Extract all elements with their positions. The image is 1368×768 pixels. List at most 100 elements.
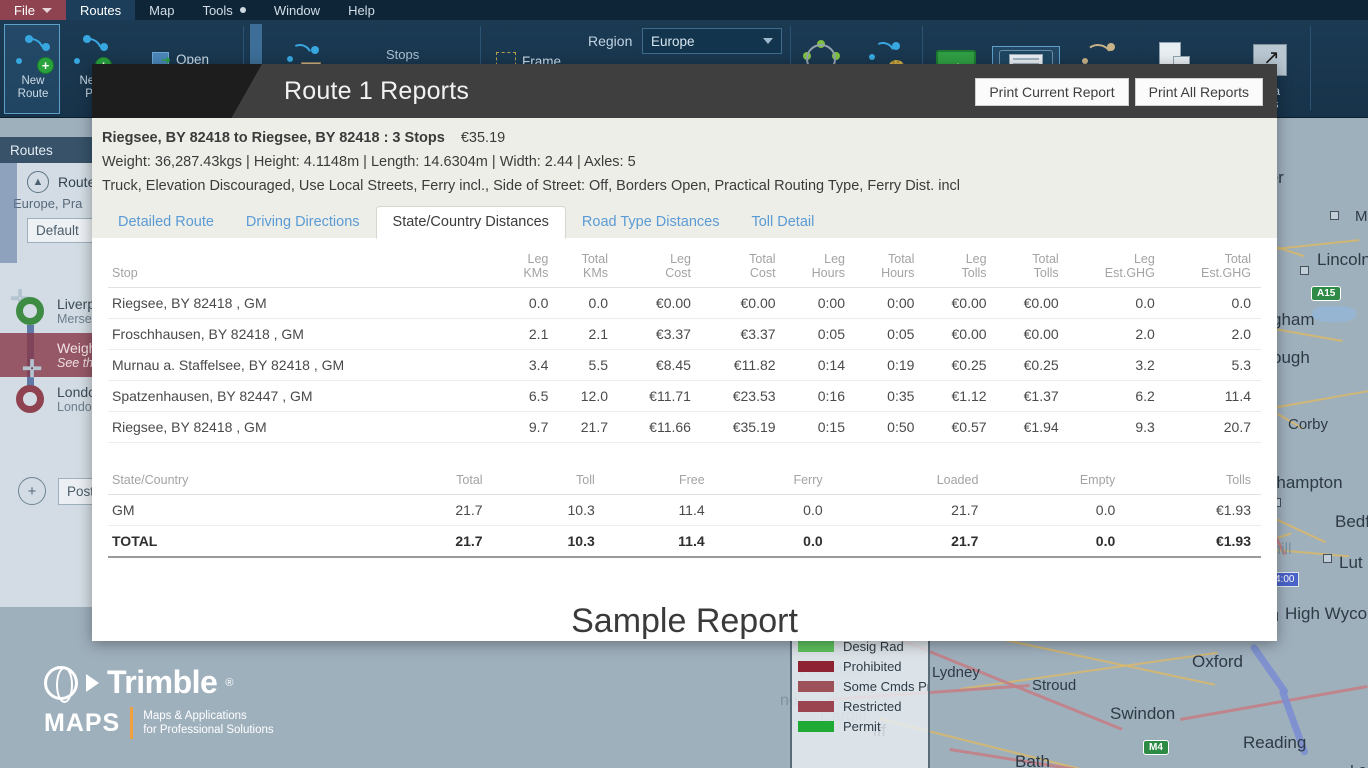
table-row[interactable]: Spatzenhausen, BY 82447 , GM 6.5 12.0 €11.7… bbox=[108, 380, 1261, 412]
menu-item-routes[interactable]: Routes bbox=[65, 0, 136, 20]
metric-cell: 0.0 bbox=[558, 287, 619, 319]
metric-cell: 3.2 bbox=[1068, 349, 1165, 381]
column-header: Stop bbox=[108, 248, 503, 288]
metric-cell: 0.0 bbox=[988, 494, 1126, 526]
column-header: Leg Est.GHG bbox=[1068, 248, 1165, 288]
trimble-triangle-icon bbox=[86, 673, 99, 692]
map-place-label: Reading bbox=[1243, 733, 1307, 752]
metric-cell: €0.00 bbox=[924, 318, 997, 350]
collapse-chevron-icon[interactable]: ▲ bbox=[27, 171, 49, 193]
tab-state-country-distances[interactable]: State/Country Distances bbox=[375, 206, 566, 239]
logo-tagline-line-2: for Professional Solutions bbox=[143, 724, 274, 736]
metric-cell: €1.37 bbox=[996, 380, 1069, 412]
metric-cell: 0:05 bbox=[854, 318, 925, 350]
map-place-label: ough bbox=[1272, 348, 1310, 367]
tab-driving-directions[interactable]: Driving Directions bbox=[230, 207, 376, 238]
map-place-label: Lydney bbox=[932, 664, 980, 681]
sidebar-accent-bar bbox=[0, 163, 17, 263]
metric-cell: 11.4 bbox=[604, 494, 715, 526]
route-summary-title-row: Riegsee, BY 82418 to Riegsee, BY 82418 :… bbox=[102, 130, 1277, 154]
trimble-maps-logo: Trimble ® MAPS Maps & Applications for P… bbox=[44, 664, 294, 750]
legend-swatch-icon bbox=[798, 680, 834, 692]
metric-cell: €0.00 bbox=[618, 287, 701, 319]
metric-cell: €1.93 bbox=[1125, 494, 1261, 526]
column-header: State/Country bbox=[108, 469, 381, 495]
legend-swatch-icon bbox=[798, 640, 834, 652]
metric-cell: €8.45 bbox=[618, 349, 701, 381]
metric-cell: €11.82 bbox=[700, 349, 786, 381]
metric-cell: 21.7 bbox=[380, 494, 493, 526]
map-poi-marker bbox=[1330, 211, 1339, 220]
metric-cell: €1.12 bbox=[924, 380, 997, 412]
new-route-button[interactable]: + New Route bbox=[8, 33, 58, 101]
postal-code-value: Post bbox=[67, 483, 95, 499]
table-total-row: TOTAL 21.7 10.3 11.4 0.0 21.7 0.0 €1.93 bbox=[108, 525, 1261, 558]
sidebar-route-title: Route bbox=[58, 174, 96, 190]
table-header: Stop Leg KMs Total KMs Leg Cost Total Cost Leg Hou… bbox=[108, 248, 1261, 288]
metric-cell: €0.00 bbox=[996, 318, 1069, 350]
tab-toll-detail[interactable]: Toll Detail bbox=[735, 207, 830, 238]
metric-cell: 2.0 bbox=[1164, 318, 1261, 350]
region-select-value: Europe bbox=[651, 33, 695, 49]
total-metric-cell: €1.93 bbox=[1125, 525, 1261, 558]
column-header: Empty bbox=[988, 469, 1126, 495]
stops-group-label: Stops bbox=[386, 47, 420, 62]
column-header: Total Est.GHG bbox=[1164, 248, 1261, 288]
table-row[interactable]: Murnau a. Staffelsee, BY 82418 , GM 3.4 5.… bbox=[108, 349, 1261, 381]
legend-label: Some Cmds Pr bbox=[843, 678, 930, 694]
tab-detailed-route[interactable]: Detailed Route bbox=[102, 207, 230, 238]
route-summary-block: Riegsee, BY 82418 to Riegsee, BY 82418 :… bbox=[92, 118, 1277, 202]
menu-item-window[interactable]: Window bbox=[260, 0, 334, 20]
menu-item-file-label: File bbox=[14, 2, 35, 18]
metric-cell: 6.5 bbox=[502, 380, 559, 412]
metric-cell: €1.94 bbox=[996, 411, 1069, 443]
metric-cell: 2.1 bbox=[558, 318, 619, 350]
column-header: Toll bbox=[492, 469, 605, 495]
stops-distance-table: Stop Leg KMs Total KMs Leg Cost Total Cost Leg Hou… bbox=[108, 248, 1261, 443]
legend-swatch-icon bbox=[798, 720, 834, 732]
modal-header: Route 1 Reports Print Current Report Pri… bbox=[92, 64, 1277, 118]
metric-cell: 0.0 bbox=[1164, 287, 1261, 319]
stop-name-cell: Spatzenhausen, BY 82447 , GM bbox=[108, 380, 503, 412]
map-poi-marker bbox=[1300, 266, 1309, 275]
metric-cell: 20.7 bbox=[1164, 411, 1261, 443]
table-row[interactable]: Riegsee, BY 82418 , GM 0.0 0.0 €0.00 €0.00 0:… bbox=[108, 287, 1261, 319]
menu-item-file[interactable]: File bbox=[0, 0, 66, 20]
table-row[interactable]: Froschhausen, BY 82418 , GM 2.1 2.1 €3.37 €3… bbox=[108, 318, 1261, 350]
column-header: Free bbox=[604, 469, 715, 495]
metric-cell: €0.57 bbox=[924, 411, 997, 443]
table-row[interactable]: GM 21.7 10.3 11.4 0.0 21.7 0.0 €1.93 bbox=[108, 494, 1261, 526]
stop-name-cell: Murnau a. Staffelsee, BY 82418 , GM bbox=[108, 349, 503, 381]
end-stop-marker bbox=[16, 385, 44, 413]
stop-name-cell: Riegsee, BY 82418 , GM bbox=[108, 287, 503, 319]
map-place-label: Corby bbox=[1288, 416, 1329, 433]
report-content: Stop Leg KMs Total KMs Leg Cost Total Cost Leg Hou… bbox=[92, 238, 1277, 641]
total-label-cell: TOTAL bbox=[108, 525, 381, 558]
application-window: terMaLincolnghamoughCorbyrthamptonBedfhi… bbox=[0, 0, 1368, 768]
add-button[interactable]: + bbox=[18, 477, 46, 505]
total-metric-cell: 21.7 bbox=[380, 525, 493, 558]
menu-item-window-label: Window bbox=[273, 2, 321, 18]
logo-divider bbox=[130, 707, 134, 739]
table-body: GM 21.7 10.3 11.4 0.0 21.7 0.0 €1.93 TOTAL 21.7 10… bbox=[108, 494, 1261, 558]
menu-item-help[interactable]: Help bbox=[334, 0, 389, 20]
sidebar-header-label: Routes bbox=[10, 142, 53, 158]
tab-road-type-distances[interactable]: Road Type Distances bbox=[566, 207, 736, 238]
map-place-label: Bedf bbox=[1335, 512, 1368, 531]
table-row[interactable]: Riegsee, BY 82418 , GM 9.7 21.7 €11.66 €35.1… bbox=[108, 411, 1261, 443]
region-select[interactable]: Europe bbox=[642, 28, 782, 54]
map-place-label: Lut bbox=[1339, 553, 1363, 572]
column-header: Total KMs bbox=[558, 248, 619, 288]
metric-cell: 5.3 bbox=[1164, 349, 1261, 381]
metric-cell: 21.7 bbox=[558, 411, 619, 443]
status-dot-icon bbox=[239, 7, 246, 13]
print-current-report-button[interactable]: Print Current Report bbox=[975, 78, 1129, 106]
metric-cell: 12.0 bbox=[558, 380, 619, 412]
map-place-label: rthampton bbox=[1266, 473, 1343, 492]
menu-item-map[interactable]: Map bbox=[135, 0, 188, 20]
metric-cell: 6.2 bbox=[1068, 380, 1165, 412]
logo-tagline-line-1: Maps & Applications bbox=[143, 710, 247, 722]
map-place-label: gham bbox=[1272, 310, 1315, 329]
menu-item-tools[interactable]: Tools bbox=[188, 0, 259, 20]
print-all-reports-button[interactable]: Print All Reports bbox=[1134, 78, 1263, 106]
